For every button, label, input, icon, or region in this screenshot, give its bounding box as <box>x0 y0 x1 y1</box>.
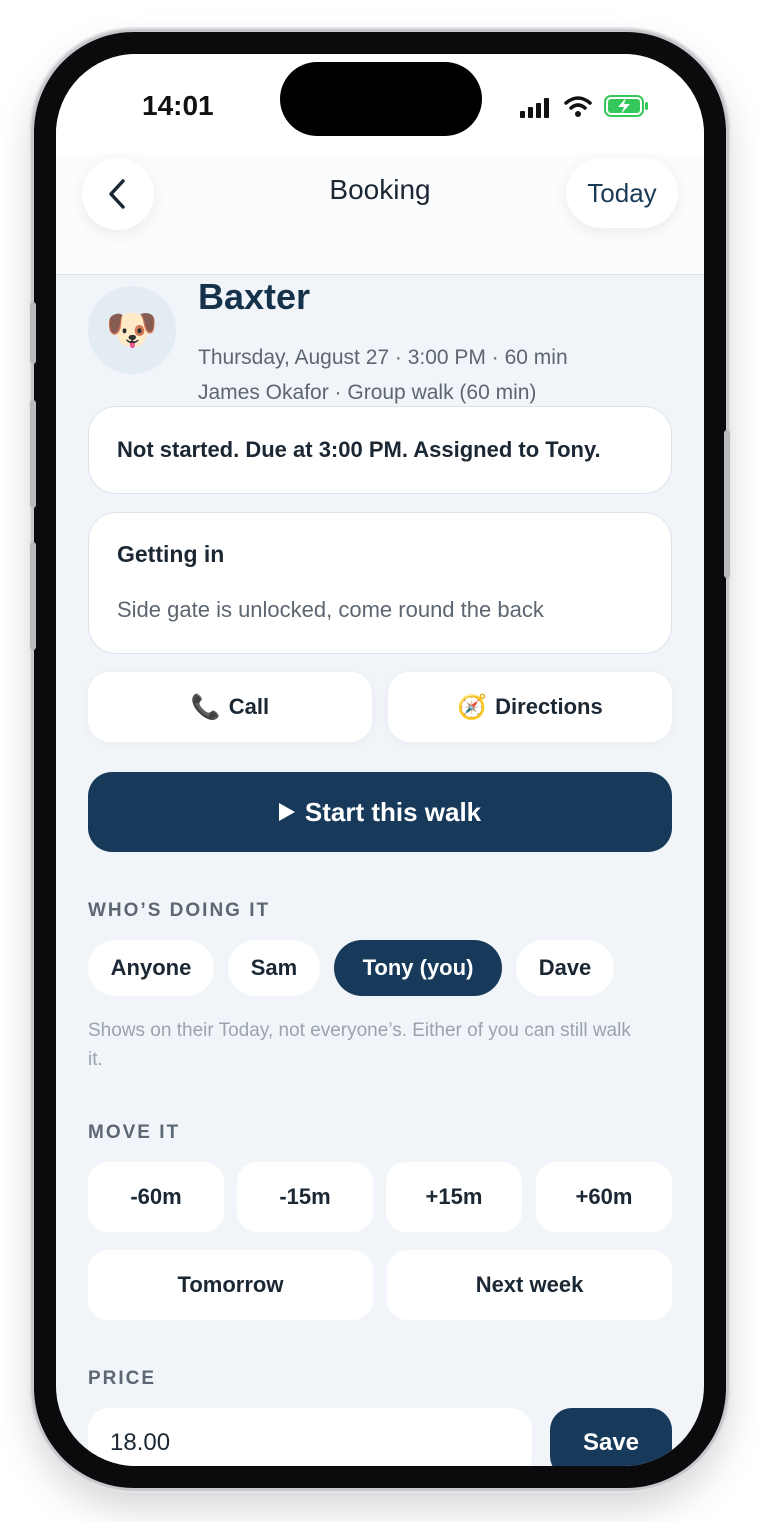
price-input[interactable]: 18.00 <box>88 1408 532 1466</box>
booking-schedule: Thursday, August 27 · 3:00 PM · 60 min <box>198 346 568 369</box>
action-button <box>30 302 36 364</box>
screen: 14:01 Booking Today 🐶 Baxter Thursday, A… <box>56 54 704 1466</box>
move-plus-15m-button[interactable]: +15m <box>386 1162 522 1232</box>
booking-client-service: James Okafor · Group walk (60 min) <box>198 381 537 404</box>
volume-down-button <box>30 542 36 650</box>
pet-name: Baxter <box>198 276 311 317</box>
power-button <box>724 430 730 578</box>
move-tomorrow-button[interactable]: Tomorrow <box>88 1250 373 1320</box>
directions-button[interactable]: 🧭 Directions <box>388 672 672 742</box>
assignment-hint: Shows on their Today, not everyone’s. Ei… <box>88 1020 631 1070</box>
move-next-week-button[interactable]: Next week <box>387 1250 672 1320</box>
call-label: Call <box>228 694 270 719</box>
assignee-chip-anyone[interactable]: Anyone <box>88 940 214 996</box>
getting-in-card: Getting in Side gate is unlocked, come r… <box>88 512 672 654</box>
start-walk-button[interactable]: Start this walk <box>88 772 672 852</box>
directions-label: Directions <box>495 694 603 719</box>
navigation-bar: Booking Today <box>56 154 704 275</box>
play-icon <box>278 803 295 821</box>
start-walk-label: Start this walk <box>304 796 482 827</box>
assignee-chip-tony[interactable]: Tony (you) <box>334 940 502 996</box>
move-plus-60m-button[interactable]: +60m <box>536 1162 672 1232</box>
move-minus-60m-button[interactable]: -60m <box>88 1162 224 1232</box>
status-message: Not started. Due at 3:00 PM. Assigned to… <box>117 437 601 462</box>
pet-avatar: 🐶 <box>88 286 176 374</box>
dynamic-island <box>280 62 482 136</box>
getting-in-notes: Side gate is unlocked, come round the ba… <box>117 597 544 622</box>
today-button[interactable]: Today <box>566 158 678 228</box>
move-minus-15m-button[interactable]: -15m <box>237 1162 373 1232</box>
cellular-signal-icon <box>520 98 549 118</box>
status-time: 14:01 <box>142 90 214 121</box>
phone-frame: 14:01 Booking Today 🐶 Baxter Thursday, A… <box>30 32 730 1488</box>
assignment-section-label: WHO’S DOING IT <box>88 900 271 921</box>
getting-in-title: Getting in <box>117 541 225 567</box>
assignee-chip-dave[interactable]: Dave <box>516 940 614 996</box>
assignee-chip-sam[interactable]: Sam <box>228 940 320 996</box>
status-card: Not started. Due at 3:00 PM. Assigned to… <box>88 406 672 494</box>
battery-charging-icon <box>604 95 648 117</box>
phone-icon: 📞 <box>190 693 221 721</box>
wifi-icon <box>564 96 592 117</box>
call-button[interactable]: 📞 Call <box>88 672 372 742</box>
price-section-label: PRICE <box>88 1368 157 1389</box>
move-section-label: MOVE IT <box>88 1122 181 1143</box>
save-price-button[interactable]: Save <box>550 1408 672 1466</box>
volume-up-button <box>30 400 36 508</box>
dog-face-icon: 🐶 <box>105 305 159 353</box>
compass-icon: 🧭 <box>457 693 488 721</box>
